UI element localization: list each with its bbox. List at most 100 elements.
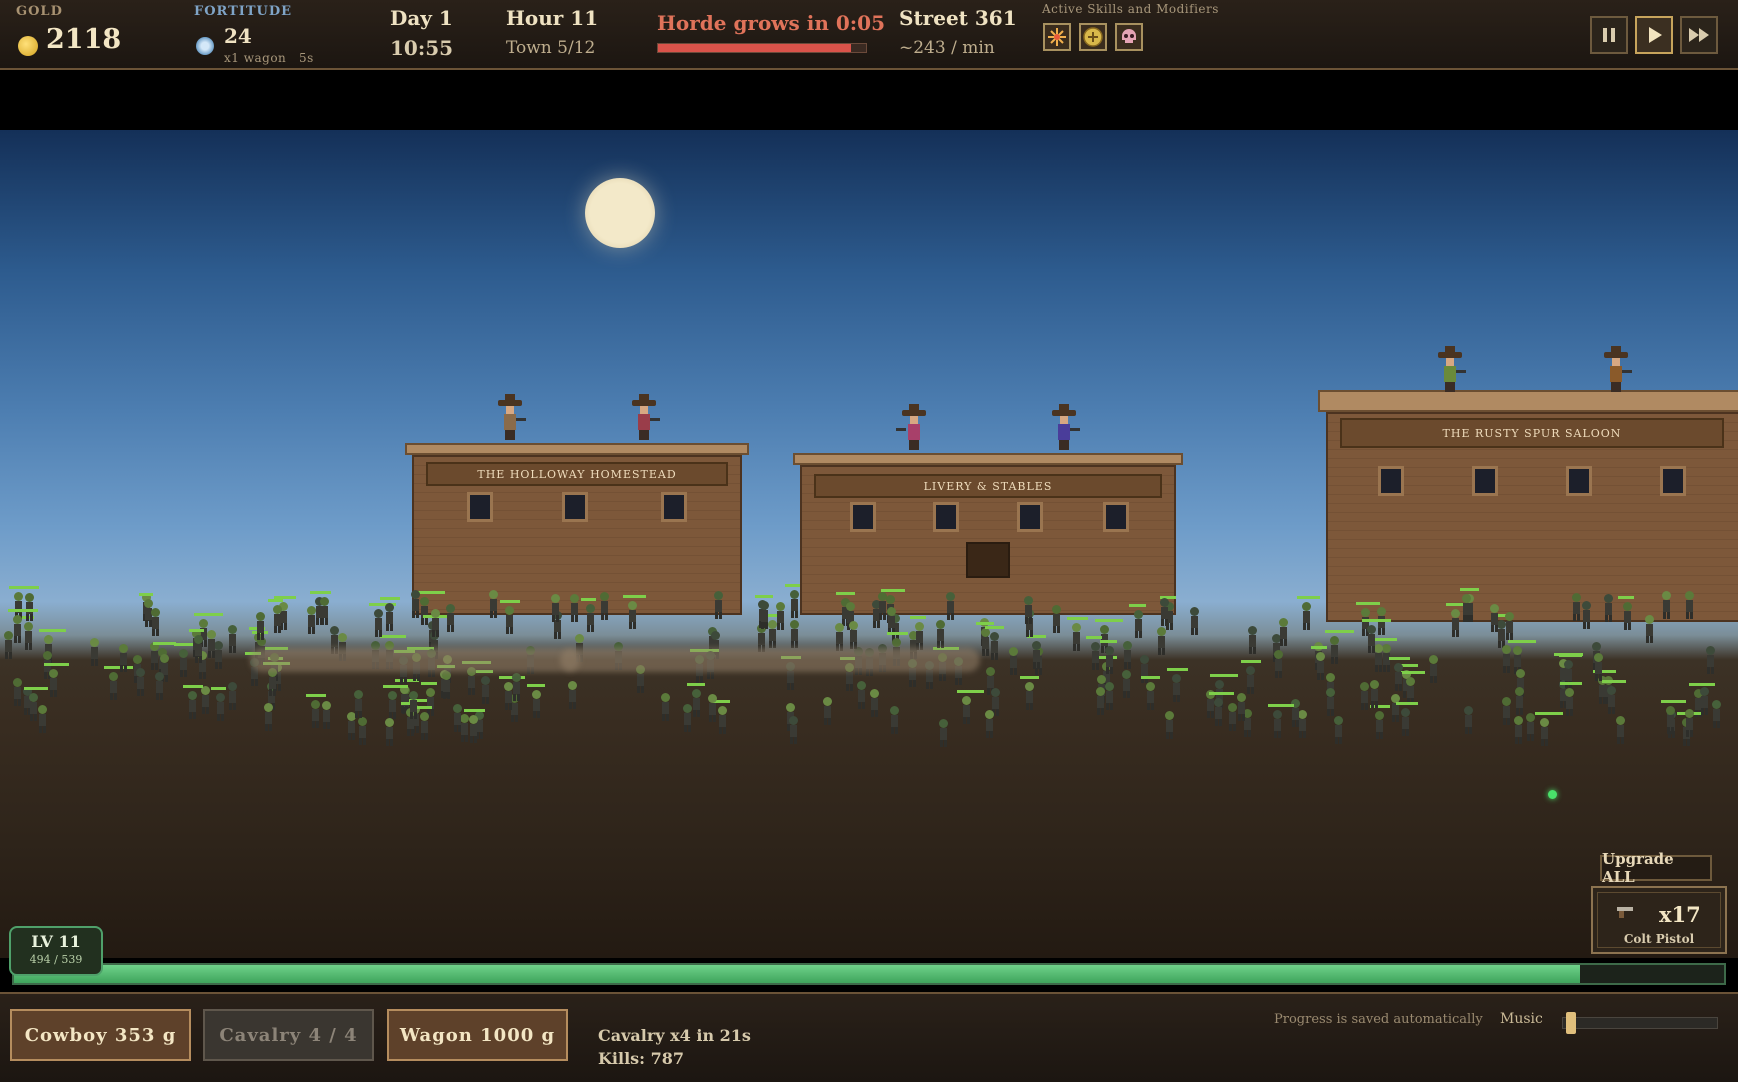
zombie [1513,715,1523,744]
window [1378,466,1404,496]
zombie [178,648,188,677]
zombie [1684,709,1695,738]
zombie-health-bar [957,689,985,693]
zombie [788,715,799,744]
zombie-health-bar [1296,596,1321,600]
zombie [441,670,452,699]
homestead-roof [405,443,749,455]
dust-cloud [560,648,980,672]
zombie-health-bar [382,685,409,689]
zombie-health-bar [1209,691,1234,695]
zombie [989,631,1000,660]
upgrade-all-button[interactable]: Upgrade ALL [1600,850,1712,886]
skull-icon[interactable] [1115,23,1143,51]
cowboy-unit[interactable] [896,404,926,450]
zombie-health-bar [211,687,226,691]
music-slider-knob[interactable] [1565,1012,1576,1034]
zombie [1213,697,1224,726]
zombie-health-bar [784,584,801,588]
burst-icon[interactable] [1043,23,1071,51]
zombie [1374,710,1384,739]
zombie [255,611,266,640]
weapon-name: Colt Pistol [1623,932,1695,946]
pistol-icon [1617,907,1633,918]
zombie [1450,608,1461,637]
zombie-health-bar [1396,701,1418,705]
zombie-health-bar [1311,645,1328,649]
zombie [713,591,724,620]
zombie [1071,623,1081,652]
cowboy-unit[interactable] [632,394,660,440]
cowboy-unit[interactable] [498,394,526,440]
zombie-health-bar [887,631,908,635]
zombie [410,590,421,619]
pause-button[interactable] [1590,16,1628,54]
window [1472,466,1498,496]
zombie-health-bar [754,595,773,599]
zombie [531,689,542,718]
buy-wagon-button[interactable]: Wagon 1000 g [387,1009,568,1061]
zombie-horde[interactable] [0,570,1738,780]
zombie [1390,694,1401,723]
weapon-count: x17 [1659,902,1701,927]
zombie [1104,682,1114,711]
coin-shield-icon[interactable] [1079,23,1107,51]
zombie [1539,717,1550,746]
zombie [1139,654,1149,683]
zombie-health-bar [985,625,1004,629]
zombie [193,635,203,664]
zombie [1023,595,1034,624]
zombie-health-bar [1241,660,1261,664]
zombie [1606,685,1616,714]
zombie [1615,716,1626,745]
fast-forward-button[interactable] [1680,16,1718,54]
zombie-health-bar [1388,656,1411,660]
play-button[interactable] [1635,16,1673,54]
zombie-health-bar [267,599,283,603]
zombie-health-bar [8,609,39,613]
gold-coin-icon [18,36,38,56]
hour-label: Hour 11 [506,6,599,30]
zombie [834,622,844,651]
zombie [1272,709,1282,738]
cowboy-unit[interactable] [1438,346,1466,392]
zombie-health-bar [182,684,203,688]
zombie [108,671,119,700]
buy-cavalry-button[interactable]: Cavalry 4 / 4 [203,1009,374,1061]
zombie [1525,713,1536,742]
zombie [1461,594,1472,623]
zombie [945,592,956,621]
zombie [1159,597,1170,626]
zombie-health-bar [306,693,326,697]
zombie [707,693,717,722]
zombie [200,685,211,714]
cowboy-unit[interactable] [1052,404,1080,450]
zombie-health-bar [420,682,438,686]
cowboy-unit[interactable] [1604,346,1632,392]
buy-cowboy-button[interactable]: Cowboy 353 g [10,1009,191,1061]
zombie-health-bar [380,597,401,601]
game-scene[interactable]: THE HOLLOWAY HOMESTEAD LIVERY & STABLES … [0,130,1738,958]
zombie [452,704,462,733]
zombie-health-bar [1618,595,1635,599]
zombie [1369,680,1380,709]
zombie [938,718,948,747]
zombie [759,601,769,630]
zombie [984,710,995,739]
zombie-health-bar [1020,676,1039,680]
homestead-sign: THE HOLLOWAY HOMESTEAD [426,462,728,486]
zombie-health-bar [1099,639,1117,643]
zombie [468,714,478,743]
zombie [1090,641,1100,670]
zombie [1593,652,1603,681]
zombie [1705,645,1716,674]
zombie [1684,590,1694,619]
zombie [1564,687,1574,716]
music-slider[interactable] [1562,1012,1718,1034]
zombie [1622,601,1633,630]
zombie [24,593,35,622]
zombie [1133,610,1144,639]
window [933,502,959,532]
xp-orb[interactable] [1548,790,1557,799]
weapon-card[interactable]: x17 Colt Pistol [1591,886,1727,954]
